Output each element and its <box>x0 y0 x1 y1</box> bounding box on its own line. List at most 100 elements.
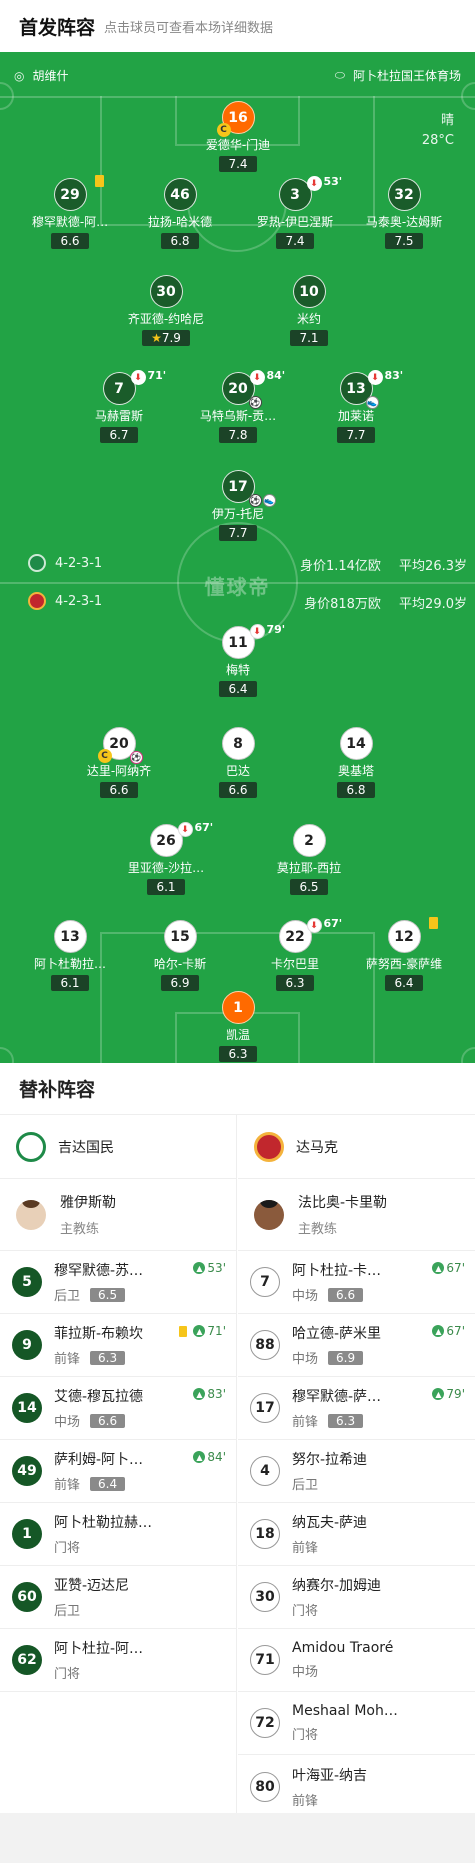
home-team-row[interactable]: 吉达国民 <box>0 1115 236 1179</box>
sub-out-icon: ⬇ <box>177 822 193 837</box>
player-rating: 6.7 <box>100 427 138 443</box>
sub-rating: 6.6 <box>328 1287 364 1302</box>
away-player[interactable]: 26 ⬇ 67' 里亚德-沙拉… 6.1 <box>106 821 226 895</box>
sub-player-row[interactable]: 72 Meshaal Moh… 门将 <box>238 1692 475 1755</box>
sub-number: 30 <box>250 1582 280 1612</box>
lineup-title: 首发阵容 <box>19 16 96 39</box>
sub-player-row[interactable]: 1 阿卜杜勒拉赫… 门将 <box>0 1503 236 1566</box>
sub-out-icon: ⬇ <box>130 370 146 385</box>
weather-text: 晴 <box>440 113 454 128</box>
team-name: 达马克 <box>296 1139 338 1156</box>
home-player[interactable]: 20 ⬇ 84' ⚽ 马特乌斯-贡… 7.8 <box>178 369 298 443</box>
away-player[interactable]: 22 ⬇ 67' 卡尔巴里 6.3 <box>235 917 355 991</box>
away-coach-row[interactable]: 法比奥-卡里勒 主教练 <box>238 1179 475 1251</box>
sub-player-row[interactable]: 30 纳赛尔-加姆迪 门将 <box>238 1566 475 1629</box>
sub-player-row[interactable]: 80 叶海亚-纳吉 前锋 <box>238 1755 475 1818</box>
player-name: 齐亚德-约哈尼 <box>127 312 205 326</box>
player-name: 奥基塔 <box>337 764 374 778</box>
away-player[interactable]: 2 莫拉耶-西拉 6.5 <box>249 824 369 895</box>
player-name: 加莱诺 <box>337 409 374 423</box>
yellow-card-icon <box>94 175 104 187</box>
sub-number: 1 <box>12 1519 42 1549</box>
home-coach-row[interactable]: 雅伊斯勒 主教练 <box>0 1179 236 1251</box>
sub-name: 穆罕默德-萨… <box>292 1389 382 1405</box>
sub-rating: 6.9 <box>328 1350 364 1365</box>
home-player[interactable]: 29 穆罕默德-阿… 6.6 <box>10 175 130 249</box>
away-team-logo <box>254 1131 284 1162</box>
sub-in-icon: ▲ <box>432 1388 445 1400</box>
sub-rating: 6.6 <box>90 1413 126 1428</box>
sub-player-row[interactable]: 14 艾德-穆瓦拉德 中场 6.6 ▲ 83' <box>0 1377 236 1440</box>
home-player[interactable]: 32 马泰奥-达姆斯 7.5 <box>344 178 464 249</box>
pitch: 懂球帝 ◎ 胡维什 ⬭ 阿卜杜拉国王体育场 晴 28°C 4-2-3-1 身价1… <box>0 52 475 1063</box>
player-name: 拉扬-哈米德 <box>147 215 213 229</box>
away-player[interactable]: 8 巴达 6.6 <box>178 727 298 798</box>
home-player[interactable]: 13 ⬇ 83' 👟 加莱诺 7.7 <box>296 369 416 443</box>
coach-avatar <box>16 1199 46 1230</box>
home-player[interactable]: 3 ⬇ 53' 罗热-伊巴涅斯 7.4 <box>235 175 355 249</box>
away-player[interactable]: 13 阿卜杜勒拉… 6.1 <box>10 920 130 991</box>
away-team-value: 身价818万欧 平均29.0岁 <box>304 593 467 612</box>
player-name: 哈尔-卡斯 <box>153 957 207 971</box>
corner-arc-tr <box>461 82 475 110</box>
player-name: 马泰奥-达姆斯 <box>365 215 443 229</box>
sub-player-row[interactable]: 9 菲拉斯-布赖坎 前锋 6.3 ▲ 71' <box>0 1314 236 1377</box>
away-formation-text: 4-2-3-1 <box>55 593 103 609</box>
home-player[interactable]: 7 ⬇ 71' 马赫雷斯 6.7 <box>59 369 179 443</box>
home-player[interactable]: 30 齐亚德-约哈尼 ★7.9 <box>106 275 226 346</box>
lineup-header: 首发阵容 点击球员可查看本场详细数据 <box>0 0 475 52</box>
sub-player-row[interactable]: 71 Amidou Traoré 中场 <box>238 1629 475 1692</box>
sub-in-icon: ▲ <box>193 1325 206 1337</box>
sub-minute: 67' <box>194 821 214 834</box>
sub-out-icon: ⬇ <box>306 176 322 191</box>
own-goal-icon: ⚽ <box>129 751 143 764</box>
sub-player-row[interactable]: 7 阿卜杜拉-卡… 中场 6.6 ▲ 67' <box>238 1251 475 1314</box>
sub-number: 49 <box>12 1456 42 1486</box>
corner-arc-br <box>461 1047 475 1063</box>
goal-ball-icon: ⚽ <box>248 494 262 507</box>
corner-arc-bl <box>0 1047 14 1063</box>
home-player-gk[interactable]: 16 C 爱德华-门迪 7.4 <box>178 101 298 172</box>
home-player[interactable]: 46 拉扬-哈米德 6.8 <box>120 178 240 249</box>
sub-position: 门将 <box>54 1667 81 1682</box>
sub-player-row[interactable]: 60 亚赞-迈达尼 后卫 <box>0 1566 236 1629</box>
captain-icon: C <box>216 123 231 137</box>
player-rating: 7.7 <box>337 427 375 443</box>
sub-number: 60 <box>12 1582 42 1612</box>
away-player[interactable]: 14 奥基塔 6.8 <box>296 727 416 798</box>
away-player[interactable]: 11 ⬇ 79' 梅特 6.4 <box>178 623 298 697</box>
sub-name: 阿卜杜勒拉赫… <box>54 1515 152 1531</box>
home-player[interactable]: 17 ⚽ 👟 伊万-托尼 7.7 <box>178 470 298 541</box>
coach-role: 主教练 <box>60 1222 100 1237</box>
player-number: 16 C <box>216 101 255 137</box>
player-name: 凯温 <box>225 1028 250 1042</box>
player-name: 莫拉耶-西拉 <box>276 861 342 875</box>
away-player[interactable]: 20 C ⚽ 达里-阿纳齐 6.6 <box>59 727 179 798</box>
sub-name: 亚赞-迈达尼 <box>54 1578 130 1594</box>
captain-icon: C <box>97 749 112 763</box>
sub-player-row[interactable]: 49 萨利姆-阿卜… 前锋 6.4 ▲ 84' <box>0 1440 236 1503</box>
sub-out-icon: ⬇ <box>306 918 322 933</box>
sub-player-row[interactable]: 18 纳瓦夫-萨迪 前锋 <box>238 1503 475 1566</box>
sub-number: 18 <box>250 1519 280 1549</box>
sub-number: 14 <box>12 1393 42 1423</box>
stadium-info: ⬭ 阿卜杜拉国王体育场 <box>335 67 461 84</box>
away-player[interactable]: 12 萨努西-豪萨维 6.4 <box>344 917 464 991</box>
away-player-gk[interactable]: 1 凯温 6.3 <box>178 991 298 1062</box>
player-rating: 6.6 <box>100 782 138 798</box>
sub-minute: 67' <box>323 917 343 930</box>
sub-player-row[interactable]: 5 穆罕默德-苏… 后卫 6.5 ▲ 53' <box>0 1251 236 1314</box>
sub-name: 叶海亚-纳吉 <box>292 1767 368 1784</box>
sub-player-row[interactable]: 88 哈立德-萨米里 中场 6.9 ▲ 67' <box>238 1314 475 1377</box>
sub-name: 纳瓦夫-萨迪 <box>292 1515 368 1531</box>
referee-info: ◎ 胡维什 <box>14 67 69 84</box>
sub-player-row[interactable]: 17 穆罕默德-萨… 前锋 6.3 ▲ 79' <box>238 1377 475 1440</box>
sub-player-row[interactable]: 4 努尔-拉希迪 后卫 <box>238 1440 475 1503</box>
away-team-row[interactable]: 达马克 <box>238 1115 475 1179</box>
sub-name: Meshaal Moh… <box>292 1703 398 1719</box>
sub-player-row[interactable]: 62 阿卜杜拉-阿… 门将 <box>0 1629 236 1692</box>
player-name: 卡尔巴里 <box>270 957 319 971</box>
yellow-card-icon <box>428 917 438 929</box>
home-player[interactable]: 10 米约 7.1 <box>249 275 369 346</box>
away-player[interactable]: 15 哈尔-卡斯 6.9 <box>120 920 240 991</box>
